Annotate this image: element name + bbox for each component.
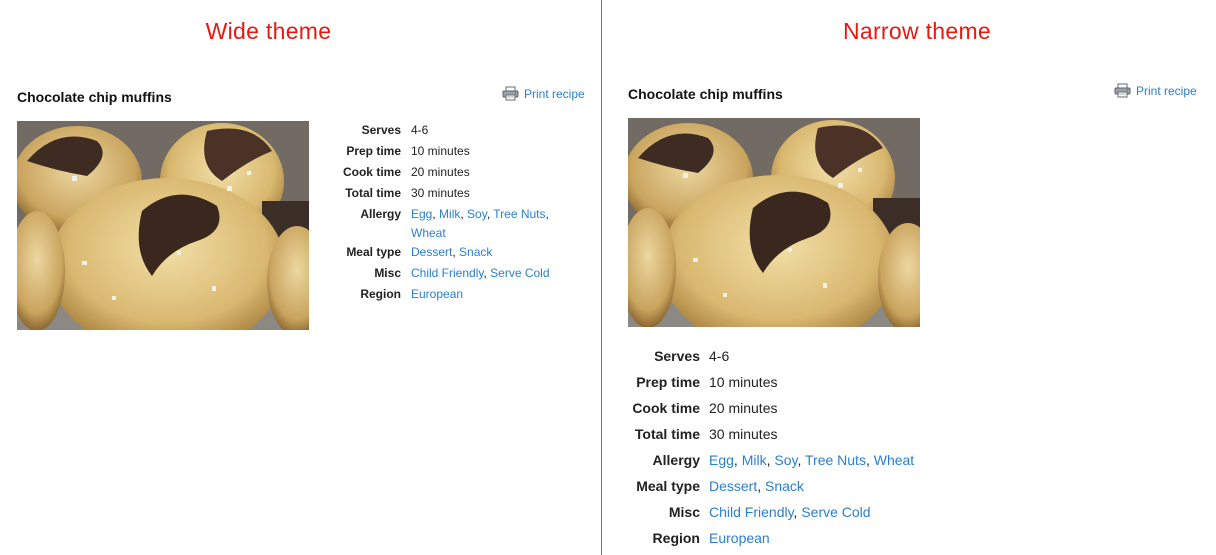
fact-value: Egg, Milk, Soy, Tree Nuts, Wheat: [709, 452, 915, 468]
fact-value: 10 minutes: [709, 374, 778, 390]
recipe-title: Chocolate chip muffins: [17, 89, 172, 105]
allergy-link-wheat[interactable]: Wheat: [411, 226, 446, 240]
fact-label: Region: [652, 530, 700, 546]
printer-icon: [502, 86, 519, 101]
fact-value: Egg, Milk, Soy, Tree Nuts, Wheat: [411, 207, 549, 240]
fact-prep-time: Prep time 10 minutes: [316, 142, 586, 163]
fact-region: Region European: [620, 525, 1020, 551]
allergy-link-soy[interactable]: Soy: [774, 452, 797, 468]
fact-total-time: Total time 30 minutes: [316, 184, 586, 205]
print-recipe-link[interactable]: Print recipe: [1114, 83, 1197, 98]
fact-label: Misc: [374, 266, 401, 280]
recipe-photo: [628, 118, 920, 327]
fact-label: Meal type: [346, 245, 401, 259]
fact-label: Serves: [654, 348, 700, 364]
fact-label: Total time: [345, 186, 401, 200]
fact-label: Prep time: [346, 144, 401, 158]
fact-total-time: Total time 30 minutes: [620, 421, 1020, 447]
misc-link-serve-cold[interactable]: Serve Cold: [801, 504, 870, 520]
recipe-title: Chocolate chip muffins: [628, 86, 783, 102]
fact-allergy: Allergy Egg, Milk, Soy, Tree Nuts, Wheat: [316, 205, 586, 243]
fact-value: 30 minutes: [411, 186, 470, 200]
allergy-link-wheat[interactable]: Wheat: [874, 452, 914, 468]
meal-link-dessert[interactable]: Dessert: [411, 245, 452, 259]
fact-prep-time: Prep time 10 minutes: [620, 369, 1020, 395]
fact-value: Dessert, Snack: [411, 245, 493, 259]
fact-cook-time: Cook time 20 minutes: [316, 163, 586, 184]
fact-label: Serves: [361, 123, 401, 137]
meal-link-snack[interactable]: Snack: [459, 245, 492, 259]
region-link-european[interactable]: European: [709, 530, 770, 546]
print-recipe-label: Print recipe: [524, 86, 585, 101]
recipe-facts: Serves 4-6 Prep time 10 minutes Cook tim…: [620, 343, 1020, 551]
fact-misc: Misc Child Friendly, Serve Cold: [316, 264, 586, 285]
allergy-link-tree-nuts[interactable]: Tree Nuts: [805, 452, 866, 468]
fact-allergy: Allergy Egg, Milk, Soy, Tree Nuts, Wheat: [620, 447, 1020, 473]
fact-value: Child Friendly, Serve Cold: [709, 504, 871, 520]
fact-value: 20 minutes: [709, 400, 778, 416]
fact-value: 20 minutes: [411, 165, 470, 179]
allergy-link-milk[interactable]: Milk: [439, 207, 460, 221]
fact-label: Total time: [634, 426, 700, 442]
fact-label: Region: [360, 287, 401, 301]
fact-serves: Serves 4-6: [620, 343, 1020, 369]
printer-icon: [1114, 83, 1131, 98]
fact-label: Allergy: [652, 452, 700, 468]
allergy-link-milk[interactable]: Milk: [742, 452, 767, 468]
meal-link-dessert[interactable]: Dessert: [709, 478, 757, 494]
fact-value: European: [411, 285, 586, 306]
misc-link-serve-cold[interactable]: Serve Cold: [490, 266, 549, 280]
fact-value: 30 minutes: [709, 426, 778, 442]
print-recipe-link[interactable]: Print recipe: [502, 86, 585, 101]
fact-label: Cook time: [632, 400, 700, 416]
fact-value: 4-6: [411, 123, 429, 137]
recipe-facts: Serves 4-6 Prep time 10 minutes Cook tim…: [316, 121, 586, 306]
fact-value: 4-6: [709, 348, 730, 364]
fact-label: Allergy: [360, 207, 401, 221]
fact-value: 10 minutes: [411, 144, 470, 158]
theme-comparison: Wide theme Chocolate chip muffins Print …: [0, 0, 1216, 555]
fact-label: Meal type: [636, 478, 700, 494]
fact-value: Dessert, Snack: [709, 478, 804, 494]
fact-serves: Serves 4-6: [316, 121, 586, 142]
recipe-photo: [17, 121, 309, 330]
fact-region: Region European: [316, 285, 586, 306]
meal-link-snack[interactable]: Snack: [765, 478, 804, 494]
fact-label: Cook time: [342, 165, 401, 179]
allergy-link-tree-nuts[interactable]: Tree Nuts: [493, 207, 545, 221]
allergy-link-soy[interactable]: Soy: [467, 207, 487, 221]
misc-link-child-friendly[interactable]: Child Friendly: [709, 504, 794, 520]
fact-misc: Misc Child Friendly, Serve Cold: [620, 499, 1020, 525]
fact-value: European: [709, 525, 1020, 551]
fact-meal-type: Meal type Dessert, Snack: [316, 243, 586, 264]
narrow-theme-heading: Narrow theme: [842, 18, 992, 44]
fact-cook-time: Cook time 20 minutes: [620, 395, 1020, 421]
allergy-link-egg[interactable]: Egg: [411, 207, 432, 221]
fact-label: Prep time: [636, 374, 700, 390]
region-link-european[interactable]: European: [411, 287, 463, 301]
print-recipe-label: Print recipe: [1136, 83, 1197, 98]
fact-value: Child Friendly, Serve Cold: [411, 266, 550, 280]
wide-theme-heading: Wide theme: [205, 18, 332, 44]
fact-meal-type: Meal type Dessert, Snack: [620, 473, 1020, 499]
panel-divider: [601, 0, 602, 555]
misc-link-child-friendly[interactable]: Child Friendly: [411, 266, 483, 280]
allergy-link-egg[interactable]: Egg: [709, 452, 734, 468]
fact-label: Misc: [668, 504, 700, 520]
